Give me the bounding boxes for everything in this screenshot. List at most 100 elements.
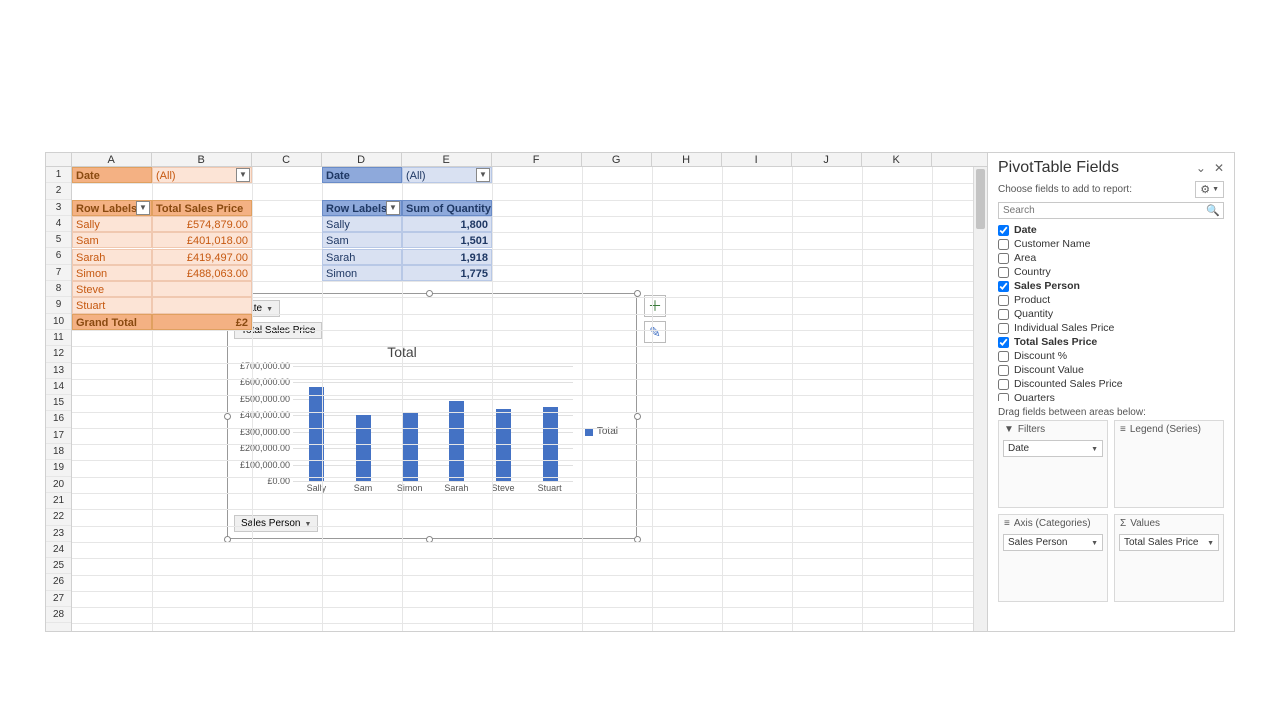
field-item[interactable]: Quarters xyxy=(998,391,1234,401)
field-checkbox[interactable] xyxy=(998,225,1009,236)
field-item[interactable]: Product xyxy=(998,293,1234,307)
scrollbar-thumb[interactable] xyxy=(976,169,985,229)
pivot2-rowlabels-dropdown[interactable] xyxy=(386,201,400,215)
chart-bar[interactable] xyxy=(449,401,464,482)
row-header[interactable]: 18 xyxy=(46,444,71,460)
chart-bar[interactable] xyxy=(403,412,418,481)
row-header[interactable]: 12 xyxy=(46,346,71,362)
pivot1-row-name[interactable]: Stuart xyxy=(72,297,152,313)
row-header[interactable]: 5 xyxy=(46,232,71,248)
row-header[interactable]: 17 xyxy=(46,428,71,444)
row-header[interactable]: 19 xyxy=(46,460,71,476)
area-chip[interactable]: Date xyxy=(1003,440,1103,457)
area-legend[interactable]: ≡Legend (Series) xyxy=(1114,420,1224,508)
chart-bar[interactable] xyxy=(356,415,371,481)
row-header[interactable]: 23 xyxy=(46,526,71,542)
pivot1-rowlabels-dropdown[interactable] xyxy=(136,201,150,215)
field-item[interactable]: Area xyxy=(998,251,1234,265)
pivot2-row-name[interactable]: Sam xyxy=(322,232,402,248)
pivot2-filter-dropdown[interactable] xyxy=(476,168,490,182)
field-item[interactable]: Discounted Sales Price xyxy=(998,377,1234,391)
chart-axis-button[interactable]: Sales Person xyxy=(234,515,318,532)
column-header[interactable]: G xyxy=(582,153,652,167)
field-item[interactable]: Quantity xyxy=(998,307,1234,321)
pivot1-filter-dropdown[interactable] xyxy=(236,168,250,182)
row-header[interactable]: 1 xyxy=(46,167,71,183)
row-header[interactable]: 22 xyxy=(46,509,71,525)
field-item[interactable]: Discount Value xyxy=(998,363,1234,377)
area-values[interactable]: ΣValuesTotal Sales Price xyxy=(1114,514,1224,602)
field-checkbox[interactable] xyxy=(998,295,1009,306)
field-checkbox[interactable] xyxy=(998,393,1009,402)
field-item[interactable]: Customer Name xyxy=(998,237,1234,251)
pivot1-row-name[interactable]: Steve xyxy=(72,281,152,297)
column-header[interactable]: B xyxy=(152,153,252,167)
pivot1-row-name[interactable]: Simon xyxy=(72,265,152,281)
row-header[interactable]: 26 xyxy=(46,574,71,590)
resize-handle[interactable] xyxy=(634,413,641,420)
pane-close-icon[interactable]: ✕ xyxy=(1214,161,1224,175)
row-header[interactable]: 11 xyxy=(46,330,71,346)
field-item[interactable]: Individual Sales Price xyxy=(998,321,1234,335)
row-header[interactable]: 28 xyxy=(46,607,71,623)
field-item[interactable]: Country xyxy=(998,265,1234,279)
pivot1-row-name[interactable]: Sarah xyxy=(72,249,152,265)
field-checkbox[interactable] xyxy=(998,365,1009,376)
row-header[interactable]: 16 xyxy=(46,411,71,427)
field-item[interactable]: Sales Person xyxy=(998,279,1234,293)
area-chip[interactable]: Sales Person xyxy=(1003,534,1103,551)
row-header[interactable]: 25 xyxy=(46,558,71,574)
row-header[interactable]: 2 xyxy=(46,183,71,199)
row-header[interactable]: 27 xyxy=(46,591,71,607)
row-header[interactable]: 24 xyxy=(46,542,71,558)
worksheet[interactable]: ABCDEFGHIJKL 123456789101112131415161718… xyxy=(46,153,987,631)
field-search-input[interactable] xyxy=(998,202,1224,219)
column-header[interactable]: K xyxy=(862,153,932,167)
cells-area[interactable]: Date Total Sales Price Total £0.00£100,0… xyxy=(72,167,987,631)
area-filters[interactable]: ▼FiltersDate xyxy=(998,420,1108,508)
row-header[interactable]: 21 xyxy=(46,493,71,509)
row-header[interactable]: 8 xyxy=(46,281,71,297)
chart-styles-button[interactable]: ✎ xyxy=(644,321,666,343)
column-header[interactable]: C xyxy=(252,153,322,167)
row-header[interactable]: 3 xyxy=(46,200,71,216)
resize-handle[interactable] xyxy=(224,413,231,420)
field-checkbox[interactable] xyxy=(998,253,1009,264)
resize-handle[interactable] xyxy=(426,290,433,297)
row-header[interactable]: 20 xyxy=(46,477,71,493)
row-header[interactable]: 14 xyxy=(46,379,71,395)
pivot2-row-name[interactable]: Sarah xyxy=(322,249,402,265)
field-checkbox[interactable] xyxy=(998,323,1009,334)
field-checkbox[interactable] xyxy=(998,337,1009,348)
pane-collapse-icon[interactable]: ⌄ xyxy=(1196,161,1206,175)
pane-settings-button[interactable]: ⚙▼ xyxy=(1195,181,1224,198)
vertical-scrollbar[interactable] xyxy=(973,167,987,631)
column-header[interactable]: D xyxy=(322,153,402,167)
field-checkbox[interactable] xyxy=(998,309,1009,320)
pivot2-row-name[interactable]: Simon xyxy=(322,265,402,281)
column-header[interactable]: F xyxy=(492,153,582,167)
column-header[interactable]: H xyxy=(652,153,722,167)
field-list[interactable]: DateCustomer NameAreaCountrySales Person… xyxy=(998,223,1234,401)
row-header[interactable]: 15 xyxy=(46,395,71,411)
row-header[interactable]: 7 xyxy=(46,265,71,281)
field-checkbox[interactable] xyxy=(998,379,1009,390)
column-header[interactable]: J xyxy=(792,153,862,167)
field-checkbox[interactable] xyxy=(998,351,1009,362)
pivot1-row-name[interactable]: Sam xyxy=(72,232,152,248)
area-axis[interactable]: ≡Axis (Categories)Sales Person xyxy=(998,514,1108,602)
field-checkbox[interactable] xyxy=(998,239,1009,250)
pivot2-row-name[interactable]: Sally xyxy=(322,216,402,232)
column-header[interactable]: A xyxy=(72,153,152,167)
pivot1-row-name[interactable]: Sally xyxy=(72,216,152,232)
row-header[interactable]: 6 xyxy=(46,248,71,264)
field-item[interactable]: Total Sales Price xyxy=(998,335,1234,349)
row-header[interactable]: 4 xyxy=(46,216,71,232)
column-header[interactable]: I xyxy=(722,153,792,167)
row-header[interactable]: 9 xyxy=(46,297,71,313)
field-item[interactable]: Discount % xyxy=(998,349,1234,363)
area-chip[interactable]: Total Sales Price xyxy=(1119,534,1219,551)
field-item[interactable]: Date xyxy=(998,223,1234,237)
column-header[interactable]: E xyxy=(402,153,492,167)
row-header[interactable]: 10 xyxy=(46,314,71,330)
